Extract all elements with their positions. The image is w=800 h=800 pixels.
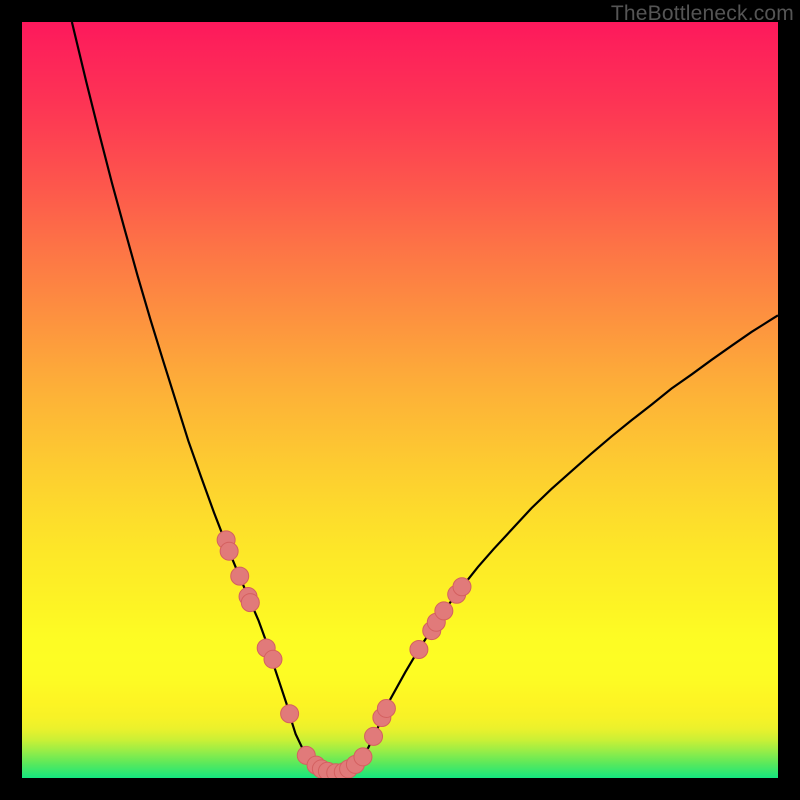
data-marker [435, 602, 453, 620]
data-marker [220, 542, 238, 560]
data-marker [264, 650, 282, 668]
data-marker [365, 727, 383, 745]
data-marker [377, 699, 395, 717]
plot-area [22, 22, 778, 778]
data-marker [281, 705, 299, 723]
data-marker [231, 567, 249, 585]
attribution-label: TheBottleneck.com [611, 2, 794, 26]
data-marker [354, 748, 372, 766]
chart-svg [22, 22, 778, 778]
data-marker [453, 578, 471, 596]
data-marker [410, 640, 428, 658]
data-marker [241, 594, 259, 612]
curve-line [72, 22, 778, 773]
markers-group [217, 531, 471, 778]
chart-frame: TheBottleneck.com [0, 0, 800, 800]
